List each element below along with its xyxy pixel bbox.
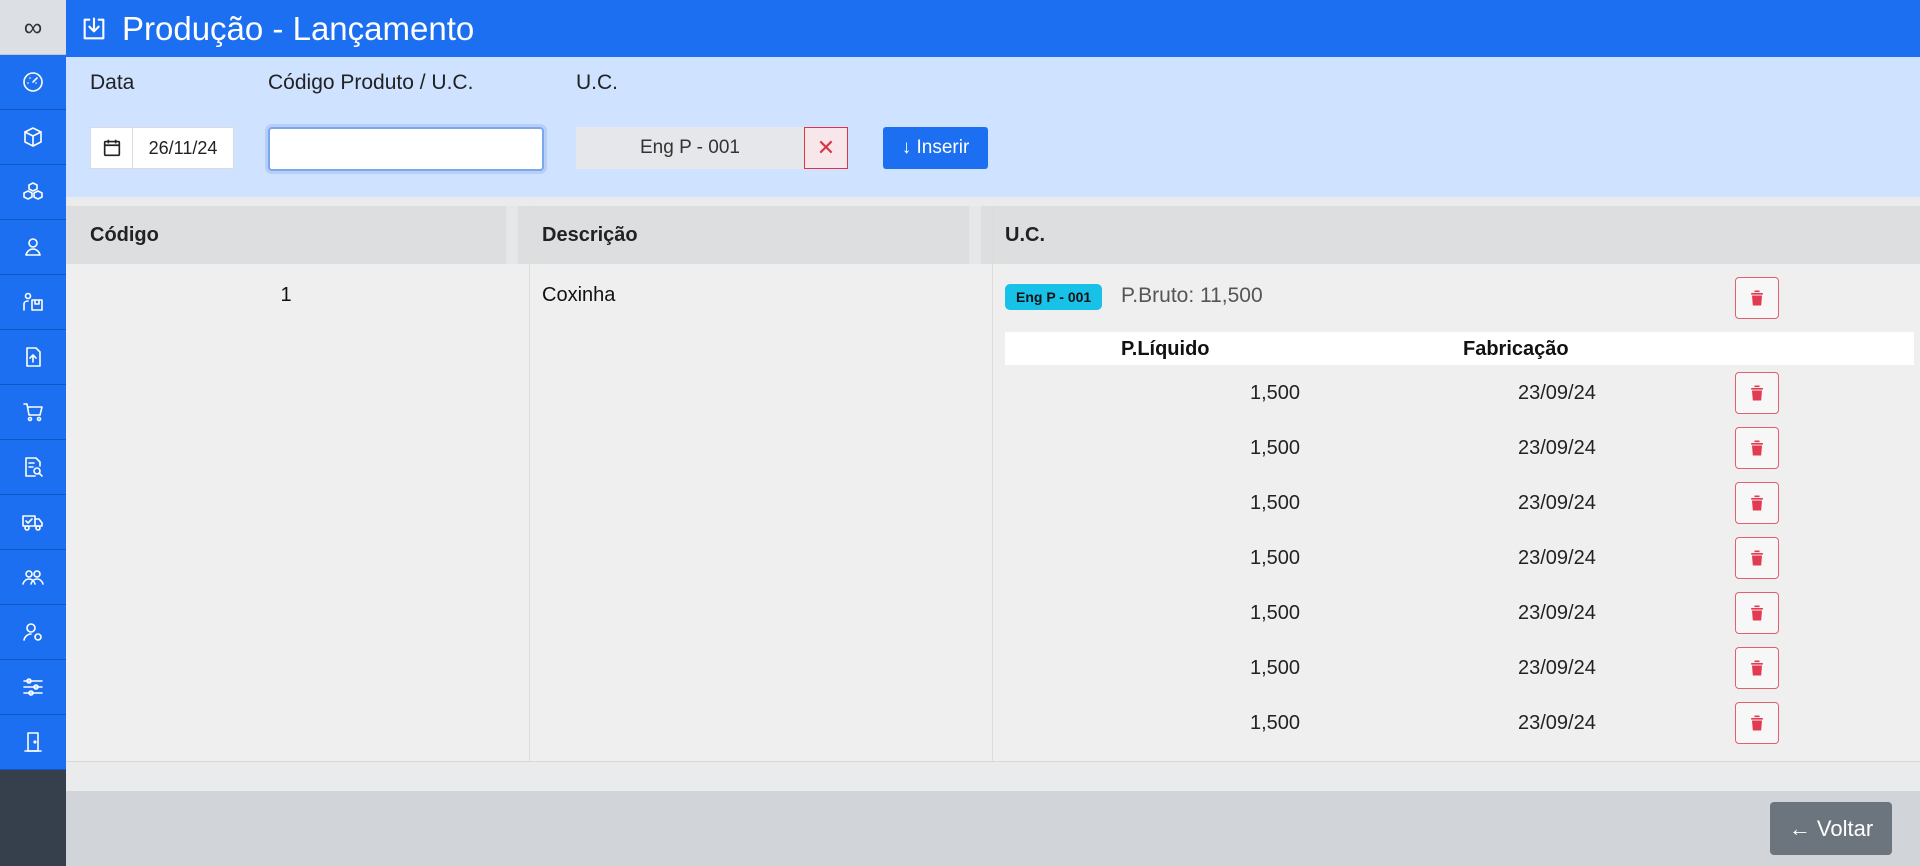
sidebar-item-upload[interactable] xyxy=(0,330,66,385)
trash-icon xyxy=(1751,290,1763,306)
items-subheader: P.Líquido Fabricação xyxy=(1005,332,1914,365)
delete-item-button[interactable] xyxy=(1735,482,1779,524)
item-peso-liquido: 1,500 xyxy=(1250,492,1301,514)
item-fabricacao: 23/09/24 xyxy=(1518,547,1596,569)
sidebar-item-dashboard[interactable] xyxy=(0,55,66,110)
truck-check-icon xyxy=(22,515,43,531)
date-value[interactable]: 26/11/24 xyxy=(133,128,233,168)
production-table: Código Descrição U.C. 1 Coxinha Eng P - … xyxy=(66,206,1920,762)
sidebar-item-delivery[interactable] xyxy=(0,495,66,550)
logo-infinity-icon[interactable]: ∞ xyxy=(0,0,66,55)
exit-door-icon xyxy=(24,732,42,752)
box-icon xyxy=(24,127,42,147)
item-fabricacao: 23/09/24 xyxy=(1518,602,1596,624)
sidebar-item-cart[interactable] xyxy=(0,385,66,440)
user-icon xyxy=(25,238,41,256)
column-divider xyxy=(529,206,530,762)
header-divider xyxy=(506,206,518,264)
upload-file-icon xyxy=(26,347,41,367)
delete-item-button[interactable] xyxy=(1735,592,1779,634)
item-fabricacao: 23/09/24 xyxy=(1518,382,1596,404)
subheader-fabricacao: Fabricação xyxy=(1463,338,1569,360)
delete-item-button[interactable] xyxy=(1735,372,1779,414)
delete-item-button[interactable] xyxy=(1735,427,1779,469)
calendar-icon[interactable] xyxy=(91,128,133,168)
item-fabricacao: 23/09/24 xyxy=(1518,492,1596,514)
page-title: Produção - Lançamento xyxy=(122,9,475,47)
footer-bar: ← Voltar xyxy=(66,791,1920,866)
trash-icon xyxy=(1751,605,1763,621)
column-divider xyxy=(992,206,993,762)
date-picker[interactable]: 26/11/24 xyxy=(90,127,234,169)
item-fabricacao: 23/09/24 xyxy=(1518,437,1596,459)
peso-bruto: P.Bruto: 11,500 xyxy=(1121,284,1263,307)
boxes-icon xyxy=(23,182,43,200)
header-code: Código xyxy=(66,206,506,264)
product-code-input[interactable] xyxy=(268,127,544,171)
row-description: Coxinha xyxy=(542,284,616,306)
date-label: Data xyxy=(90,71,135,94)
sidebar-item-products[interactable] xyxy=(0,110,66,165)
sidebar-item-stock[interactable] xyxy=(0,165,66,220)
delete-item-button[interactable] xyxy=(1735,647,1779,689)
user-settings-icon xyxy=(23,623,42,641)
trash-icon xyxy=(1751,385,1763,401)
item-peso-liquido: 1,500 xyxy=(1250,437,1301,459)
table-bottom-border xyxy=(66,761,1920,762)
sidebar-item-logout[interactable] xyxy=(0,715,66,770)
download-box-icon xyxy=(83,16,105,39)
back-button[interactable]: ← Voltar xyxy=(1770,802,1892,855)
warehouse-user-icon xyxy=(23,292,43,311)
header-uc: U.C. xyxy=(981,206,1920,264)
item-fabricacao: 23/09/24 xyxy=(1518,657,1596,679)
sidebar-item-reports[interactable] xyxy=(0,440,66,495)
sidebar-item-warehouse[interactable] xyxy=(0,275,66,330)
subheader-peso-liquido: P.Líquido xyxy=(1121,338,1210,360)
users-icon xyxy=(22,570,44,585)
entry-form: Data Código Produto / U.C. U.C. 26/11/24… xyxy=(66,57,1920,197)
uc-field: Eng P - 001 xyxy=(576,127,804,169)
trash-icon xyxy=(1751,440,1763,456)
delete-item-button[interactable] xyxy=(1735,537,1779,579)
delete-uc-button[interactable] xyxy=(1735,277,1779,319)
delete-item-button[interactable] xyxy=(1735,702,1779,744)
item-peso-liquido: 1,500 xyxy=(1250,712,1301,734)
main-content: Produção - Lançamento Data Código Produt… xyxy=(66,0,1920,866)
item-peso-liquido: 1,500 xyxy=(1250,657,1301,679)
dashboard-icon xyxy=(23,72,43,92)
header-description: Descrição xyxy=(518,206,969,264)
trash-icon xyxy=(1751,660,1763,676)
sidebar-item-user-settings[interactable] xyxy=(0,605,66,660)
item-peso-liquido: 1,500 xyxy=(1250,382,1301,404)
row-code: 1 xyxy=(280,284,292,306)
sidebar-item-settings[interactable] xyxy=(0,660,66,715)
sidebar: ∞ xyxy=(0,0,66,866)
item-fabricacao: 23/09/24 xyxy=(1518,712,1596,734)
title-bar: Produção - Lançamento xyxy=(66,0,1920,57)
trash-icon xyxy=(1751,550,1763,566)
cart-icon xyxy=(23,403,43,422)
header-divider xyxy=(969,206,981,264)
sidebar-item-clients[interactable] xyxy=(0,550,66,605)
item-peso-liquido: 1,500 xyxy=(1250,547,1301,569)
code-label: Código Produto / U.C. xyxy=(268,71,474,94)
trash-icon xyxy=(1751,715,1763,731)
insert-button[interactable]: ↓ Inserir xyxy=(883,127,988,169)
uc-clear-button[interactable]: ✕ xyxy=(804,127,848,169)
uc-badge: Eng P - 001 xyxy=(1005,284,1103,310)
uc-label: U.C. xyxy=(576,71,618,94)
item-peso-liquido: 1,500 xyxy=(1250,602,1301,624)
sliders-icon xyxy=(23,678,43,696)
trash-icon xyxy=(1751,495,1763,511)
sidebar-item-user[interactable] xyxy=(0,220,66,275)
report-search-icon xyxy=(25,457,43,477)
